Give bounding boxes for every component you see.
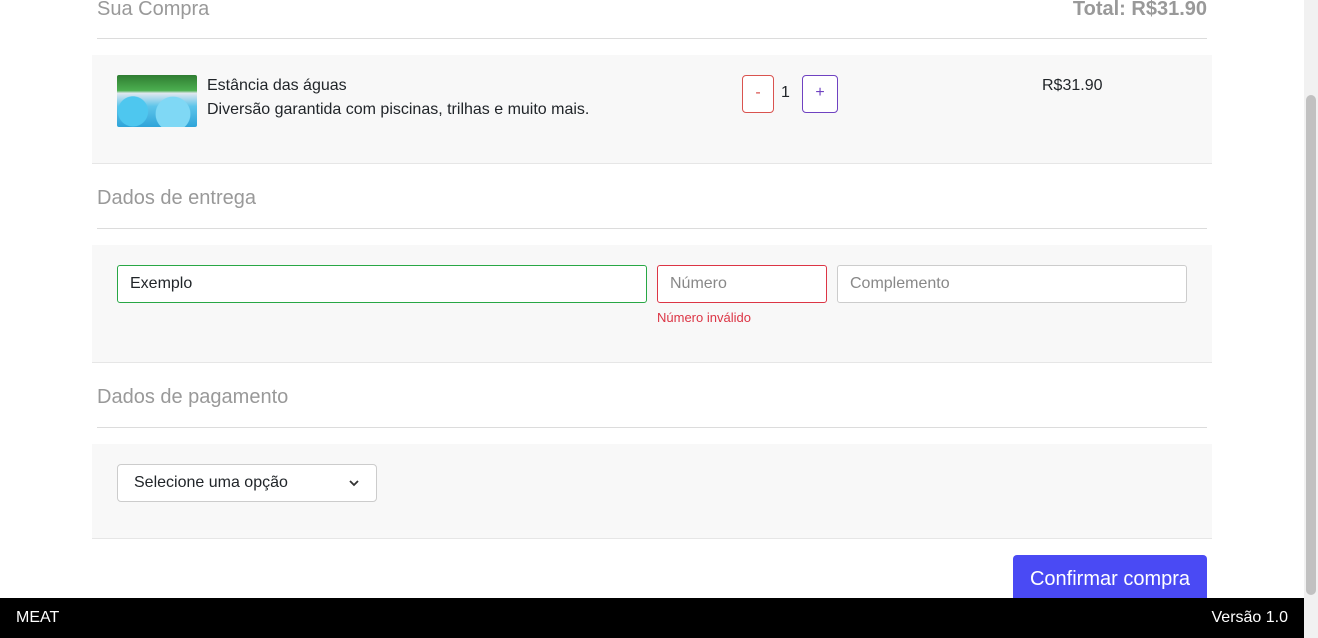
confirm-purchase-button[interactable]: Confirmar compra bbox=[1013, 555, 1207, 603]
item-quantity: 1 bbox=[781, 84, 790, 101]
payment-select-value: Selecione uma opção bbox=[134, 474, 288, 491]
increase-quantity-button[interactable]: + bbox=[802, 75, 838, 113]
delivery-header: Dados de entrega bbox=[97, 187, 1207, 229]
item-thumbnail bbox=[117, 75, 197, 127]
scrollbar-thumb[interactable] bbox=[1306, 95, 1316, 595]
item-name: Estância das águas bbox=[207, 77, 347, 94]
payment-title: Dados de pagamento bbox=[97, 386, 289, 408]
cart-header: Sua Compra Total: R$31.90 bbox=[97, 0, 1207, 39]
cart-title: Sua Compra bbox=[97, 0, 210, 20]
number-error-message: Número inválido bbox=[657, 310, 751, 325]
footer: MEAT Versão 1.0 bbox=[0, 598, 1318, 638]
address-input[interactable]: Exemplo bbox=[117, 265, 647, 303]
footer-version: Versão 1.0 bbox=[1211, 609, 1289, 626]
cart-total: Total: R$31.90 bbox=[1072, 0, 1207, 20]
delivery-title: Dados de entrega bbox=[97, 187, 257, 209]
item-description: Diversão garantida com piscinas, trilhas… bbox=[207, 101, 590, 118]
vertical-scrollbar[interactable] bbox=[1304, 0, 1318, 638]
item-price: R$31.90 bbox=[1042, 77, 1103, 94]
footer-brand: MEAT bbox=[16, 609, 60, 626]
payment-panel: Selecione uma opção bbox=[92, 444, 1212, 539]
payment-header: Dados de pagamento bbox=[97, 386, 1207, 428]
number-input[interactable]: Número bbox=[657, 265, 827, 303]
delivery-panel: Exemplo Número Número inválido Complemen… bbox=[92, 245, 1212, 363]
cart-item-panel: Estância das águas Diversão garantida co… bbox=[92, 55, 1212, 164]
complement-input[interactable]: Complemento bbox=[837, 265, 1187, 303]
decrease-quantity-button[interactable]: - bbox=[742, 75, 774, 113]
payment-method-select[interactable]: Selecione uma opção bbox=[117, 464, 377, 502]
chevron-down-icon bbox=[348, 465, 360, 501]
